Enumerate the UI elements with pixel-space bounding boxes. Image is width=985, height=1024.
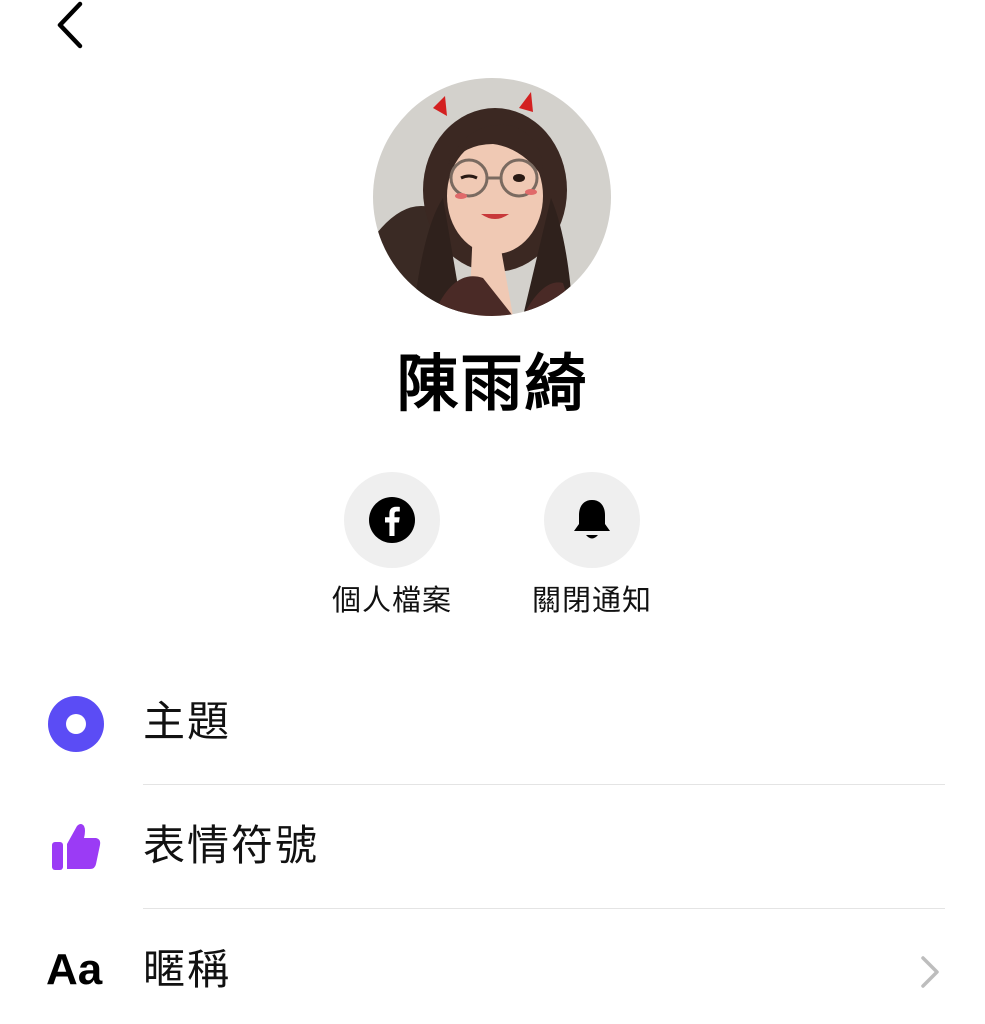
profile-button-label: 個人檔案 <box>331 583 452 617</box>
bell-icon <box>574 500 610 539</box>
settings-row-theme[interactable]: 主題 <box>0 662 985 786</box>
mute-button-circle[interactable] <box>544 472 640 568</box>
back-button[interactable] <box>48 0 92 52</box>
settings-row-nickname[interactable]: Aa 暱稱 <box>0 910 985 1024</box>
profile-button-circle[interactable] <box>344 472 440 568</box>
avatar <box>373 78 611 316</box>
chevron-left-icon <box>57 1 83 49</box>
theme-circle-icon <box>44 692 108 756</box>
profile-photo <box>373 78 611 316</box>
chevron-right-icon <box>921 956 939 988</box>
settings-row-theme-label: 主題 <box>143 697 232 746</box>
thumbs-up-icon <box>44 814 108 878</box>
mute-notifications-button[interactable]: 關閉通知 <box>512 472 672 620</box>
top-bar <box>0 0 985 80</box>
settings-row-emoji[interactable]: 表情符號 <box>0 786 985 910</box>
divider <box>143 908 945 909</box>
settings-row-emoji-label: 表情符號 <box>143 821 320 870</box>
profile-name: 陳雨綺 <box>396 347 589 420</box>
settings-row-nickname-label: 暱稱 <box>143 945 232 994</box>
profile-button[interactable]: 個人檔案 <box>312 472 472 620</box>
text-aa-icon: Aa <box>46 945 103 994</box>
mute-button-label: 關閉通知 <box>531 583 652 617</box>
facebook-icon <box>369 497 415 543</box>
divider <box>143 784 945 785</box>
